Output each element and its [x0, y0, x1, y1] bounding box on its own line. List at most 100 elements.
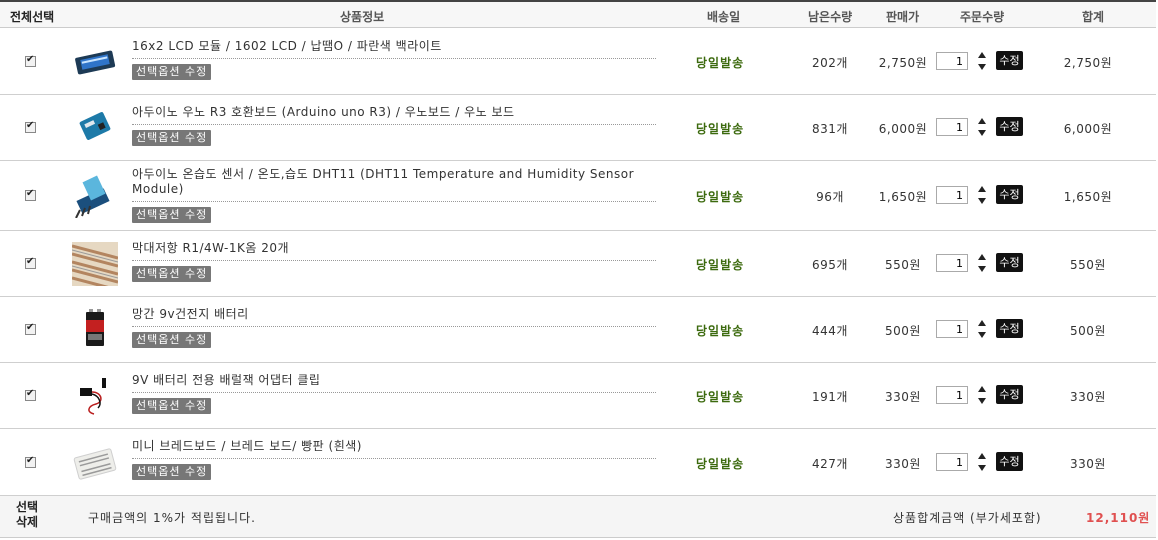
product-name[interactable]: 망간 9v건전지 배터리: [132, 307, 652, 322]
quantity-stepper[interactable]: [975, 320, 989, 340]
chevron-up-icon[interactable]: [978, 320, 986, 326]
quantity-input[interactable]: [936, 186, 968, 204]
modify-quantity-button[interactable]: 수정: [996, 185, 1023, 204]
unit-price: 330원: [885, 457, 921, 471]
delete-selected-label-line: 선택: [15, 500, 39, 514]
ship-status: 당일발송: [696, 258, 745, 272]
quantity-stepper[interactable]: [975, 453, 989, 473]
product-name[interactable]: 막대저항 R1/4W-1K옴 20개: [132, 241, 652, 256]
chevron-up-icon[interactable]: [978, 453, 986, 459]
sum-value: 12,110원: [1086, 511, 1151, 525]
unit-price: 6,000원: [878, 122, 928, 136]
quantity-stepper[interactable]: [975, 52, 989, 72]
ship-status: 당일발송: [696, 56, 745, 70]
chevron-down-icon[interactable]: [978, 198, 986, 204]
row-checkbox[interactable]: [25, 322, 36, 335]
chevron-down-icon[interactable]: [978, 64, 986, 70]
row-total: 6,000원: [1063, 122, 1113, 136]
row-checkbox[interactable]: [25, 54, 36, 67]
chevron-up-icon[interactable]: [978, 118, 986, 124]
battery-icon[interactable]: [72, 308, 118, 352]
chevron-down-icon[interactable]: [978, 398, 986, 404]
quantity-stepper[interactable]: [975, 386, 989, 406]
arduino-board-icon[interactable]: [72, 106, 118, 150]
chevron-up-icon[interactable]: [978, 254, 986, 260]
sum-label: 상품합계금액 (부가세포함): [893, 511, 1042, 525]
product-name[interactable]: 아두이노 온습도 센서 / 온도,습도 DHT11 (DHT11 Tempera…: [132, 167, 652, 197]
chevron-up-icon[interactable]: [978, 186, 986, 192]
modify-quantity-button[interactable]: 수정: [996, 117, 1023, 136]
table-row: 아두이노 우노 R3 호환보드 (Arduino uno R3) / 우노보드 …: [0, 95, 1156, 161]
quantity-input[interactable]: [936, 118, 968, 136]
quantity-input[interactable]: [936, 453, 968, 471]
chevron-down-icon[interactable]: [978, 130, 986, 136]
edit-option-button[interactable]: 선택옵션 수정: [132, 130, 212, 146]
modify-quantity-button[interactable]: 수정: [996, 51, 1023, 70]
header-price: 판매가: [886, 10, 920, 24]
row-total: 330원: [1070, 457, 1106, 471]
battery-clip-icon[interactable]: [72, 374, 118, 418]
table-row: 망간 9v건전지 배터리선택옵션 수정 당일발송 444개 500원 수정 500원: [0, 297, 1156, 363]
breadboard-icon[interactable]: [72, 441, 118, 485]
cart-footer: 선택 삭제 구매금액의 1%가 적립됩니다. 상품합계금액 (부가세포함) 12,…: [0, 496, 1156, 538]
quantity-input[interactable]: [936, 320, 968, 338]
quantity-input[interactable]: [936, 386, 968, 404]
lcd-module-icon[interactable]: [72, 40, 118, 84]
resistor-icon[interactable]: [71, 242, 119, 292]
header-stock: 남은수량: [808, 10, 853, 24]
chevron-down-icon[interactable]: [978, 266, 986, 272]
product-name[interactable]: 16x2 LCD 모듈 / 1602 LCD / 납땜O / 파란색 백라이트: [132, 39, 652, 54]
divider: [132, 458, 656, 459]
stock-count: 191개: [812, 390, 848, 404]
delete-selected-label-line: 삭제: [15, 515, 39, 529]
cart-table: 전체선택 상품정보 배송일 남은수량 판매가 주문수량 합계 16x2 LCD …: [0, 0, 1156, 538]
divider: [132, 326, 656, 327]
modify-quantity-button[interactable]: 수정: [996, 452, 1023, 471]
stock-count: 96개: [816, 190, 844, 204]
edit-option-button[interactable]: 선택옵션 수정: [132, 266, 212, 282]
modify-quantity-button[interactable]: 수정: [996, 385, 1023, 404]
divider: [132, 392, 656, 393]
edit-option-button[interactable]: 선택옵션 수정: [132, 207, 212, 223]
ship-status: 당일발송: [696, 390, 745, 404]
row-checkbox[interactable]: [25, 455, 36, 468]
chevron-up-icon[interactable]: [978, 52, 986, 58]
chevron-up-icon[interactable]: [978, 386, 986, 392]
product-name[interactable]: 9V 배터리 전용 배럴잭 어댑터 클립: [132, 373, 652, 388]
cart-header: 전체선택 상품정보 배송일 남은수량 판매가 주문수량 합계: [0, 0, 1156, 28]
header-ship-date: 배송일: [707, 10, 741, 24]
edit-option-button[interactable]: 선택옵션 수정: [132, 398, 212, 414]
ship-status: 당일발송: [696, 457, 745, 471]
table-row: 막대저항 R1/4W-1K옴 20개선택옵션 수정 당일발송 695개 550원 수정 5…: [0, 231, 1156, 297]
header-total: 합계: [1082, 10, 1105, 24]
product-name[interactable]: 아두이노 우노 R3 호환보드 (Arduino uno R3) / 우노보드 …: [132, 105, 652, 120]
chevron-down-icon[interactable]: [978, 332, 986, 338]
row-checkbox[interactable]: [25, 120, 36, 133]
dht11-sensor-icon[interactable]: [72, 174, 118, 219]
quantity-input[interactable]: [936, 52, 968, 70]
select-all-checkbox-label[interactable]: 전체선택: [10, 8, 54, 25]
row-checkbox[interactable]: [25, 188, 36, 201]
delete-selected-button[interactable]: 선택 삭제: [12, 500, 42, 530]
quantity-input[interactable]: [936, 254, 968, 272]
edit-option-button[interactable]: 선택옵션 수정: [132, 332, 212, 348]
ship-status: 당일발송: [696, 190, 745, 204]
quantity-stepper[interactable]: [975, 254, 989, 274]
quantity-stepper[interactable]: [975, 186, 989, 206]
row-checkbox[interactable]: [25, 256, 36, 269]
unit-price: 550원: [885, 258, 921, 272]
row-checkbox[interactable]: [25, 388, 36, 401]
modify-quantity-button[interactable]: 수정: [996, 253, 1023, 272]
chevron-down-icon[interactable]: [978, 465, 986, 471]
edit-option-button[interactable]: 선택옵션 수정: [132, 464, 212, 480]
row-total: 550원: [1070, 258, 1106, 272]
row-total: 500원: [1070, 324, 1106, 338]
edit-option-button[interactable]: 선택옵션 수정: [132, 64, 212, 80]
product-name[interactable]: 미니 브레드보드 / 브레드 보드/ 빵판 (흰색): [132, 439, 652, 454]
quantity-stepper[interactable]: [975, 118, 989, 138]
modify-quantity-button[interactable]: 수정: [996, 319, 1023, 338]
header-product-info: 상품정보: [340, 10, 385, 24]
header-order-qty: 주문수량: [960, 10, 1005, 24]
unit-price: 330원: [885, 390, 921, 404]
row-total: 330원: [1070, 390, 1106, 404]
